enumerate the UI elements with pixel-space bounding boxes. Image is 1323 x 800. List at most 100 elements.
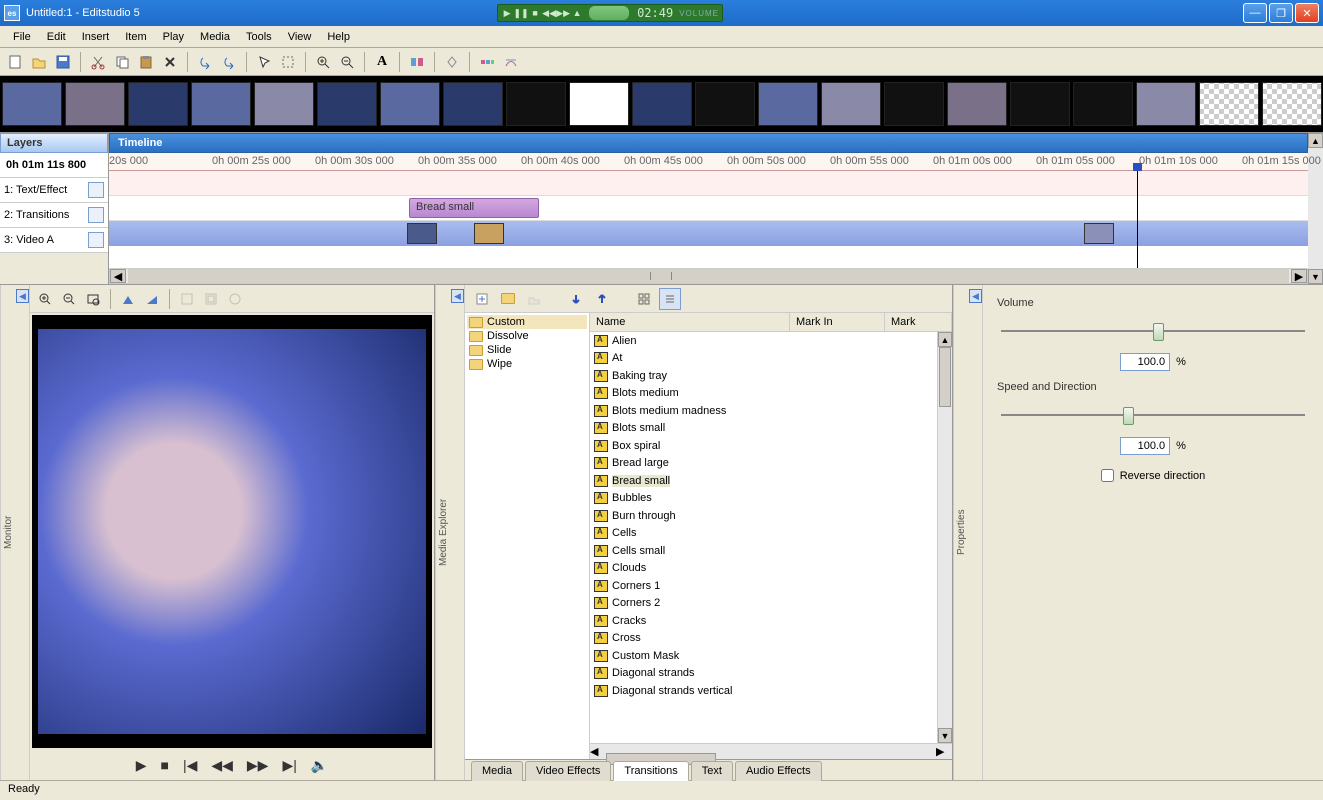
effect2-button[interactable] xyxy=(500,51,522,73)
folder-tree[interactable]: CustomDissolveSlideWipe xyxy=(465,313,590,759)
scroll-thumb[interactable] xyxy=(128,269,1289,283)
film-frame[interactable] xyxy=(191,82,251,126)
film-frame[interactable] xyxy=(758,82,818,126)
mp-play-icon[interactable]: ▶ xyxy=(501,7,513,19)
layer-options-button[interactable] xyxy=(88,232,104,248)
explorer-collapse-button[interactable]: ◀ xyxy=(451,289,464,303)
scroll-up-button[interactable]: ▲ xyxy=(1308,133,1323,148)
stop-button[interactable]: ■ xyxy=(160,757,168,773)
film-frame[interactable] xyxy=(1010,82,1070,126)
scroll-left-button[interactable]: ◀ xyxy=(110,269,126,283)
window-close-button[interactable]: ✕ xyxy=(1295,3,1319,23)
mp-stop-icon[interactable]: ■ xyxy=(529,7,541,19)
effect1-button[interactable] xyxy=(476,51,498,73)
transition-list[interactable]: AlienAtBaking trayBlots mediumBlots medi… xyxy=(590,332,937,743)
menu-edit[interactable]: Edit xyxy=(40,29,73,45)
folder-item[interactable]: Slide xyxy=(467,343,587,357)
menu-view[interactable]: View xyxy=(281,29,319,45)
film-frame[interactable] xyxy=(128,82,188,126)
split-button[interactable] xyxy=(406,51,428,73)
tab-audio-effects[interactable]: Audio Effects xyxy=(735,761,822,781)
expl-move-up-button[interactable] xyxy=(591,288,613,310)
properties-collapse-button[interactable]: ◀ xyxy=(969,289,982,303)
mon-safe2-button[interactable] xyxy=(200,288,222,310)
step-fwd-button[interactable]: ▶▶ xyxy=(247,757,269,774)
mp-pause-icon[interactable]: ❚❚ xyxy=(515,7,527,19)
reverse-checkbox[interactable] xyxy=(1101,469,1114,482)
list-item[interactable]: Diagonal strands vertical xyxy=(590,682,937,700)
marker-button[interactable] xyxy=(441,51,463,73)
film-frame[interactable] xyxy=(380,82,440,126)
layer-row[interactable]: 2: Transitions xyxy=(0,203,108,228)
list-item[interactable]: Burn through xyxy=(590,507,937,525)
mon-scope2-button[interactable] xyxy=(141,288,163,310)
list-item[interactable]: Diagonal strands xyxy=(590,665,937,683)
undo-button[interactable] xyxy=(194,51,216,73)
cut-button[interactable] xyxy=(87,51,109,73)
list-item[interactable]: At xyxy=(590,350,937,368)
menu-file[interactable]: File xyxy=(6,29,38,45)
layer-options-button[interactable] xyxy=(88,207,104,223)
folder-item[interactable]: Custom xyxy=(467,315,587,329)
list-scroll-left[interactable]: ◀ xyxy=(590,745,606,758)
zoom-out-button[interactable] xyxy=(336,51,358,73)
film-frame[interactable] xyxy=(65,82,125,126)
film-frame[interactable] xyxy=(1073,82,1133,126)
film-frame[interactable] xyxy=(1262,82,1322,126)
scroll-right-button[interactable]: ▶ xyxy=(1291,269,1307,283)
timeline-ruler[interactable]: 20s 0000h 00m 25s 0000h 00m 30s 0000h 00… xyxy=(109,153,1308,171)
tab-video-effects[interactable]: Video Effects xyxy=(525,761,611,781)
filmstrip[interactable] xyxy=(0,76,1323,132)
expl-up-folder-button[interactable] xyxy=(523,288,545,310)
list-item[interactable]: Box spiral xyxy=(590,437,937,455)
tab-media[interactable]: Media xyxy=(471,761,523,781)
timeline-h-scrollbar[interactable]: ◀ ▶ xyxy=(109,268,1308,284)
list-item[interactable]: Blots medium madness xyxy=(590,402,937,420)
mp-prev-icon[interactable]: ◀◀ xyxy=(543,7,555,19)
tab-transitions[interactable]: Transitions xyxy=(613,761,688,781)
step-back-button[interactable]: ◀◀ xyxy=(211,757,233,774)
window-minimize-button[interactable]: — xyxy=(1243,3,1267,23)
mon-fit-button[interactable] xyxy=(82,288,104,310)
text-tool-button[interactable]: A xyxy=(371,51,393,73)
list-item[interactable]: Custom Mask xyxy=(590,647,937,665)
expl-list-view-button[interactable] xyxy=(659,288,681,310)
list-scroll-down[interactable]: ▼ xyxy=(938,728,952,743)
pointer-tool-button[interactable] xyxy=(253,51,275,73)
menu-help[interactable]: Help xyxy=(320,29,357,45)
copy-button[interactable] xyxy=(111,51,133,73)
list-item[interactable]: Cross xyxy=(590,630,937,648)
track-text-effect[interactable] xyxy=(109,171,1308,196)
track-transitions[interactable]: Bread small xyxy=(109,196,1308,221)
list-h-scrollbar[interactable]: ◀ ▶ xyxy=(590,743,952,759)
menu-item[interactable]: Item xyxy=(118,29,153,45)
list-item[interactable]: Cells xyxy=(590,525,937,543)
list-item[interactable]: Alien xyxy=(590,332,937,350)
film-frame[interactable] xyxy=(821,82,881,126)
film-frame[interactable] xyxy=(947,82,1007,126)
film-frame[interactable] xyxy=(506,82,566,126)
list-scroll-up[interactable]: ▲ xyxy=(938,332,952,347)
go-start-button[interactable]: |◀ xyxy=(183,757,197,774)
volume-slider[interactable] xyxy=(1001,321,1305,341)
folder-item[interactable]: Wipe xyxy=(467,357,587,371)
folder-item[interactable]: Dissolve xyxy=(467,329,587,343)
open-file-button[interactable] xyxy=(28,51,50,73)
list-item[interactable]: Cells small xyxy=(590,542,937,560)
redo-button[interactable] xyxy=(218,51,240,73)
mp-eject-icon[interactable]: ▲ xyxy=(571,7,583,19)
mp-next-icon[interactable]: ▶▶ xyxy=(557,7,569,19)
mon-safe3-button[interactable] xyxy=(224,288,246,310)
col-markin[interactable]: Mark In xyxy=(790,313,885,331)
zoom-in-button[interactable] xyxy=(312,51,334,73)
tab-text[interactable]: Text xyxy=(691,761,733,781)
film-frame[interactable] xyxy=(632,82,692,126)
film-frame[interactable] xyxy=(443,82,503,126)
list-item[interactable]: Cracks xyxy=(590,612,937,630)
menu-play[interactable]: Play xyxy=(156,29,191,45)
mon-zoom-out-button[interactable] xyxy=(58,288,80,310)
list-item[interactable]: Bread large xyxy=(590,455,937,473)
list-scroll-right[interactable]: ▶ xyxy=(936,745,952,758)
film-frame[interactable] xyxy=(884,82,944,126)
save-button[interactable] xyxy=(52,51,74,73)
